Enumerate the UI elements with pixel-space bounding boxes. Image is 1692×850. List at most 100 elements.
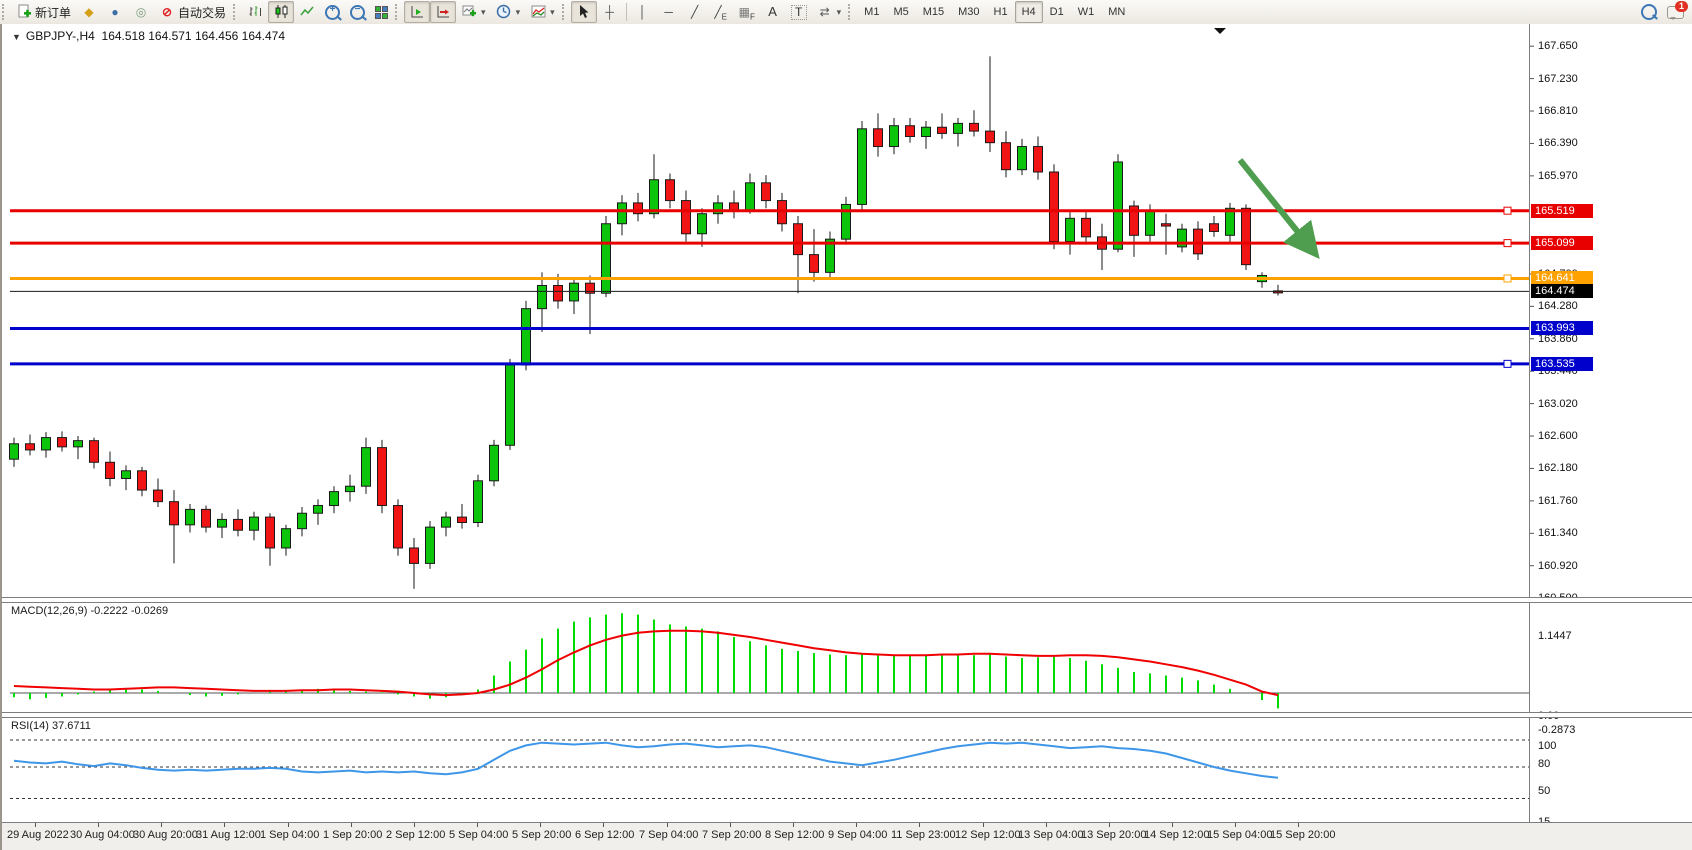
metaeditor-button[interactable]: ◆	[76, 1, 102, 23]
news-button[interactable]: ◎	[128, 1, 154, 23]
time-axis-scale[interactable]: 29 Aug 202230 Aug 04:0030 Aug 20:0031 Au…	[2, 822, 1692, 850]
toolbar-grip[interactable]	[233, 4, 240, 20]
bear-candle[interactable]	[1194, 229, 1203, 254]
bear-candle[interactable]	[666, 180, 675, 201]
autotrading-button[interactable]: ⊘ 自动交易	[154, 1, 231, 23]
bull-candle[interactable]	[298, 513, 307, 528]
timeframe-button-m1[interactable]: M1	[857, 1, 886, 23]
crosshair-tool-button[interactable]: ┼	[597, 1, 623, 23]
bear-candle[interactable]	[26, 444, 35, 450]
bull-candle[interactable]	[314, 506, 323, 514]
label-tool-button[interactable]: T	[786, 1, 812, 23]
chart-plot[interactable]	[2, 24, 1692, 850]
bull-candle[interactable]	[922, 127, 931, 136]
tile-windows-button[interactable]	[370, 1, 393, 23]
bull-candle[interactable]	[570, 283, 579, 301]
timeframe-button-m15[interactable]: M15	[916, 1, 951, 23]
auto-scroll-button[interactable]	[404, 1, 430, 23]
bull-candle[interactable]	[1018, 147, 1027, 170]
trendline-tool-button[interactable]: ╱	[682, 1, 708, 23]
new-chart-button[interactable]: ▾	[456, 1, 491, 23]
chat-icon[interactable]: 1	[1667, 6, 1684, 19]
bull-candle[interactable]	[698, 214, 707, 234]
bear-candle[interactable]	[1082, 218, 1091, 237]
bear-candle[interactable]	[1002, 143, 1011, 170]
horizontal-line-tool-button[interactable]: ─	[656, 1, 682, 23]
panel-separator[interactable]	[2, 597, 1692, 603]
vertical-line-tool-button[interactable]: │	[630, 1, 656, 23]
bull-candle[interactable]	[1066, 218, 1075, 241]
bull-candle[interactable]	[954, 123, 963, 133]
line-chart-type-button[interactable]	[294, 1, 320, 23]
bull-candle[interactable]	[250, 517, 259, 530]
bear-candle[interactable]	[378, 448, 387, 506]
zoom-in-button[interactable]: +	[320, 1, 345, 23]
timeframe-button-w1[interactable]: W1	[1071, 1, 1102, 23]
channel-tool-button[interactable]: ╱E	[708, 1, 734, 23]
toolbar-grip[interactable]	[395, 4, 402, 20]
toolbar-grip[interactable]	[848, 4, 855, 20]
trend-arrow[interactable]	[1240, 160, 1314, 252]
bull-candle[interactable]	[42, 438, 51, 450]
bear-candle[interactable]	[874, 129, 883, 147]
line-handle[interactable]	[1504, 240, 1511, 247]
bear-candle[interactable]	[90, 441, 99, 463]
bear-candle[interactable]	[1210, 224, 1219, 232]
bear-candle[interactable]	[458, 517, 467, 522]
candlestick-chart-type-button[interactable]	[268, 1, 294, 23]
bear-candle[interactable]	[906, 126, 915, 137]
bull-candle[interactable]	[746, 183, 755, 211]
bull-candle[interactable]	[506, 365, 515, 445]
bull-candle[interactable]	[1146, 211, 1155, 236]
line-handle[interactable]	[1504, 360, 1511, 367]
text-tool-button[interactable]: A	[760, 1, 786, 23]
bear-candle[interactable]	[58, 438, 67, 447]
bear-candle[interactable]	[938, 127, 947, 133]
bear-candle[interactable]	[202, 509, 211, 527]
bull-candle[interactable]	[442, 517, 451, 527]
bear-candle[interactable]	[970, 123, 979, 131]
bear-candle[interactable]	[810, 255, 819, 273]
bear-candle[interactable]	[106, 462, 115, 478]
timeframe-button-h4[interactable]: H4	[1015, 1, 1043, 23]
bear-candle[interactable]	[410, 548, 419, 563]
bull-candle[interactable]	[522, 309, 531, 365]
bull-candle[interactable]	[330, 492, 339, 506]
bear-candle[interactable]	[682, 201, 691, 234]
bull-candle[interactable]	[890, 126, 899, 147]
timeframe-button-m30[interactable]: M30	[951, 1, 986, 23]
new-order-button[interactable]: 新订单	[11, 1, 76, 23]
toolbar-grip[interactable]	[2, 4, 9, 20]
bull-candle[interactable]	[618, 203, 627, 224]
bear-candle[interactable]	[1162, 224, 1171, 226]
panel-separator[interactable]	[2, 712, 1692, 718]
bear-candle[interactable]	[138, 471, 147, 490]
bar-chart-type-button[interactable]	[242, 1, 268, 23]
bull-candle[interactable]	[218, 519, 227, 527]
bear-candle[interactable]	[266, 517, 275, 548]
indicators-button[interactable]: ▾	[525, 1, 560, 23]
bull-candle[interactable]	[858, 129, 867, 205]
bear-candle[interactable]	[1034, 147, 1043, 172]
bull-candle[interactable]	[74, 441, 83, 447]
bull-candle[interactable]	[10, 444, 19, 459]
bear-candle[interactable]	[170, 502, 179, 525]
timeframe-button-m5[interactable]: M5	[886, 1, 915, 23]
arrows-tool-button[interactable]: ⇄ ▾	[812, 1, 847, 23]
bull-candle[interactable]	[474, 481, 483, 523]
line-handle[interactable]	[1504, 275, 1511, 282]
bear-candle[interactable]	[394, 506, 403, 548]
bear-candle[interactable]	[762, 183, 771, 201]
toolbar-grip[interactable]	[562, 4, 569, 20]
chart-window[interactable]: ▼GBPJPY-,H4 164.518 164.571 164.456 164.…	[0, 24, 1692, 850]
cursor-tool-button[interactable]	[571, 1, 597, 23]
bear-candle[interactable]	[1242, 208, 1251, 264]
bull-candle[interactable]	[490, 445, 499, 481]
line-handle[interactable]	[1504, 207, 1511, 214]
timeframe-button-h1[interactable]: H1	[987, 1, 1015, 23]
bear-candle[interactable]	[986, 131, 995, 143]
zoom-out-button[interactable]: −	[345, 1, 370, 23]
bull-candle[interactable]	[602, 224, 611, 293]
bull-candle[interactable]	[186, 509, 195, 524]
fibonacci-tool-button[interactable]: ▦F	[734, 1, 760, 23]
